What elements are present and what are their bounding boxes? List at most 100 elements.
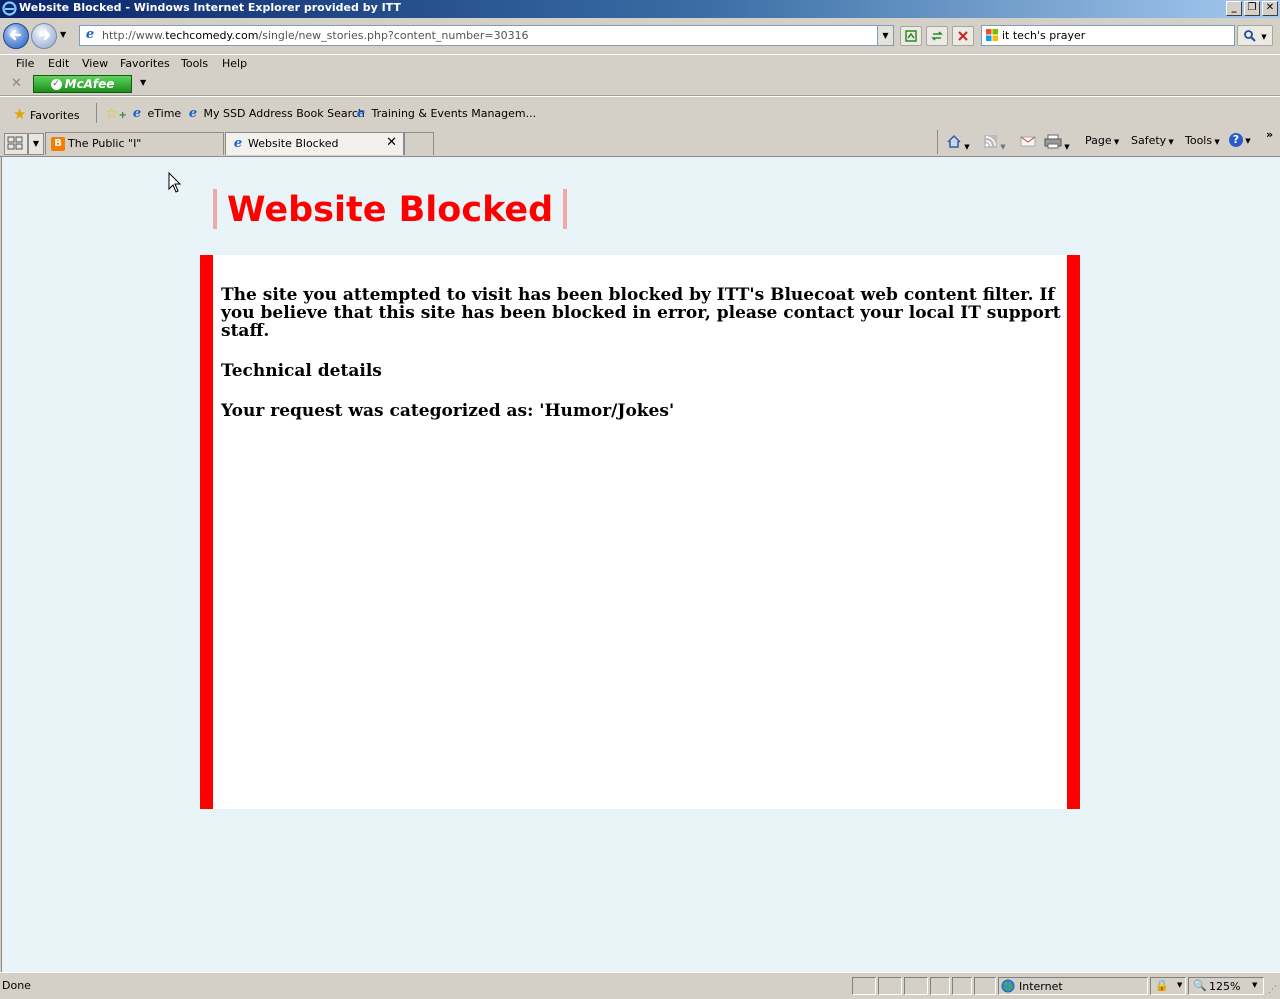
heading-frame: Website Blocked <box>213 189 568 230</box>
favorite-link-address-book[interactable]: e My SSD Address Book Search <box>186 107 365 121</box>
menu-file[interactable]: File <box>16 57 34 70</box>
rss-feed-icon <box>984 135 997 148</box>
separator <box>96 103 97 123</box>
ie-page-icon: e <box>233 136 243 151</box>
ie-page-icon: e <box>132 106 142 121</box>
recent-pages-dropdown-icon[interactable]: ▼ <box>60 30 66 39</box>
lock-icon: 🔒 <box>1155 979 1169 992</box>
search-options-dropdown-icon[interactable]: ▼ <box>1261 33 1266 41</box>
new-tab-button[interactable] <box>404 132 434 155</box>
quick-tabs-button[interactable] <box>4 133 28 155</box>
chevron-more-icon[interactable]: » <box>1266 128 1273 141</box>
menu-tools[interactable]: Tools <box>181 57 208 70</box>
tab-list-dropdown-button[interactable]: ▼ <box>28 133 44 155</box>
read-mail-button[interactable] <box>1020 134 1036 151</box>
tab-label: Website Blocked <box>248 137 339 150</box>
address-url[interactable]: http://www.techcomedy.com/single/new_sto… <box>102 29 529 42</box>
title-bar: Website Blocked - Windows Internet Explo… <box>0 0 1280 18</box>
protected-mode-pane[interactable]: 🔒 ▼ <box>1150 977 1186 995</box>
page-title: Website Blocked <box>227 190 554 230</box>
stop-icon <box>958 31 968 41</box>
tab-bar: ▼ B The Public "I" e Website Blocked ✕ ▼… <box>0 128 1280 157</box>
status-bar: Done Internet 🔒 ▼ 🔍 125% ▼ ⋰ <box>0 972 1280 999</box>
favorite-link-etime[interactable]: e eTime <box>130 107 181 121</box>
security-zone-pane[interactable]: Internet <box>998 977 1148 995</box>
quick-tabs-grid-icon <box>7 136 23 150</box>
home-button[interactable]: ▼ <box>946 134 970 152</box>
add-to-favorites-icon[interactable]: ☆+ <box>105 104 127 122</box>
chevron-down-icon: ▼ <box>1177 981 1183 989</box>
stop-button[interactable] <box>952 26 974 46</box>
windows-flag-icon <box>985 28 999 42</box>
close-tab-icon[interactable]: ✕ <box>386 135 397 150</box>
zoom-dropdown-icon[interactable]: ▼ <box>1252 981 1257 989</box>
tab-the-public-i[interactable]: B The Public "I" <box>45 132 224 155</box>
menu-view[interactable]: View <box>82 57 108 70</box>
zoom-pane[interactable]: 🔍 125% ▼ <box>1188 977 1264 995</box>
compatibility-icon <box>905 30 917 42</box>
status-pane <box>852 977 876 995</box>
address-toolbar: ▼ e http://www.techcomedy.com/single/new… <box>0 18 1280 54</box>
tools-menu-button[interactable]: Tools ▼ <box>1185 134 1220 147</box>
printer-icon <box>1044 134 1062 149</box>
mcafee-toolbar: ✕ ✓ McAfee ▼ <box>0 73 1280 96</box>
blocked-message-panel: The site you attempted to visit has been… <box>200 255 1080 809</box>
message-line-1: The site you attempted to visit has been… <box>221 285 1055 305</box>
search-box[interactable] <box>981 25 1235 46</box>
menu-edit[interactable]: Edit <box>48 57 69 70</box>
favorites-star-icon: ★ <box>13 105 27 123</box>
address-bar[interactable]: e http://www.techcomedy.com/single/new_s… <box>79 25 894 46</box>
forward-button[interactable] <box>31 23 57 49</box>
refresh-icon <box>931 31 943 41</box>
safety-menu-button[interactable]: Safety ▼ <box>1131 134 1174 147</box>
favorite-link-training[interactable]: e Training & Events Managem... <box>354 107 536 121</box>
status-pane <box>974 977 996 995</box>
menu-help[interactable]: Help <box>222 57 247 70</box>
refresh-button[interactable] <box>926 26 948 46</box>
globe-icon <box>1001 979 1015 993</box>
tab-label: The Public "I" <box>68 137 142 150</box>
menu-bar: File Edit View Favorites Tools Help <box>0 54 1280 73</box>
category-line: Your request was categorized as: 'Humor/… <box>221 401 675 421</box>
search-input[interactable] <box>1002 28 1227 42</box>
restore-button[interactable]: ❐ <box>1244 1 1260 16</box>
zoom-level: 125% <box>1209 980 1241 993</box>
favorites-bar: ★ Favorites ☆+ e eTime e My SSD Address … <box>0 96 1280 129</box>
back-button[interactable] <box>3 23 29 49</box>
favorites-button[interactable]: ★ Favorites <box>13 105 80 123</box>
ie-logo-icon <box>2 1 17 16</box>
resize-grip-icon[interactable]: ⋰ <box>1268 985 1277 995</box>
zoom-magnifier-icon: 🔍 <box>1193 979 1207 992</box>
status-pane <box>904 977 928 995</box>
minimize-button[interactable]: _ <box>1226 1 1242 16</box>
menu-favorites[interactable]: Favorites <box>120 57 170 70</box>
close-window-button[interactable]: ✕ <box>1262 1 1278 16</box>
mcafee-dropdown-icon[interactable]: ▼ <box>140 78 146 87</box>
zone-label: Internet <box>1019 980 1063 993</box>
ie-page-icon: e <box>356 106 366 121</box>
status-pane <box>878 977 902 995</box>
help-menu-button[interactable]: ? ▼ <box>1229 133 1251 147</box>
print-button[interactable]: ▼ <box>1044 134 1070 152</box>
status-text: Done <box>2 979 31 992</box>
page-menu-button[interactable]: Page ▼ <box>1085 134 1119 147</box>
message-line-3: staff. <box>221 321 270 341</box>
close-toolbar-icon[interactable]: ✕ <box>11 76 22 91</box>
technical-details-heading: Technical details <box>221 361 382 381</box>
compatibility-view-button[interactable] <box>900 26 922 46</box>
status-pane <box>930 977 950 995</box>
back-arrow-icon <box>9 29 22 41</box>
message-line-2: you believe that this site has been bloc… <box>221 303 1061 323</box>
window-title: Website Blocked - Windows Internet Explo… <box>19 1 401 14</box>
tab-website-blocked[interactable]: e Website Blocked ✕ <box>225 132 404 155</box>
mcafee-siteadvisor-button[interactable]: ✓ McAfee <box>33 75 132 93</box>
separator <box>937 130 938 154</box>
ie-page-icon: e <box>188 106 198 121</box>
address-dropdown-button[interactable]: ▼ <box>877 26 893 45</box>
feeds-button[interactable]: ▼ <box>983 134 1006 152</box>
mail-icon <box>1020 136 1036 147</box>
magnifier-icon <box>1244 29 1257 42</box>
blogger-icon: B <box>51 137 65 151</box>
search-button[interactable]: ▼ <box>1237 25 1273 46</box>
page-ie-icon: e <box>85 27 95 42</box>
